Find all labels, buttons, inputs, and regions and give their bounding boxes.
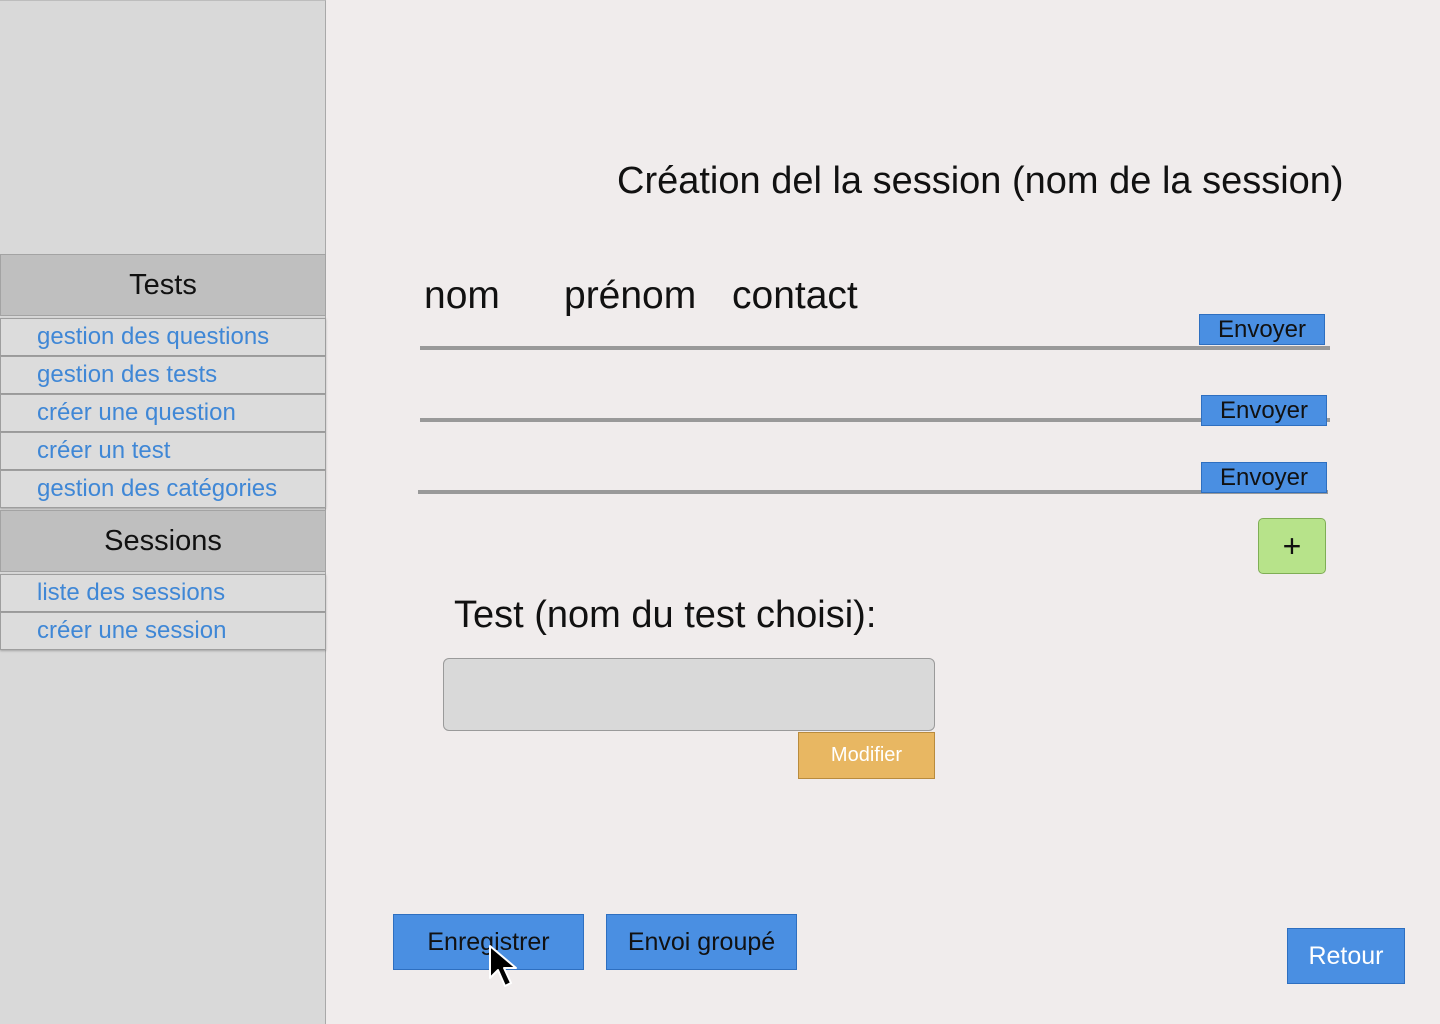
column-header-contact: contact: [732, 274, 858, 317]
send-button-row-2[interactable]: Envoyer: [1201, 395, 1327, 426]
participant-row-2[interactable]: [420, 418, 1330, 422]
sidebar-item-creer-une-session[interactable]: créer une session: [0, 612, 326, 650]
sidebar-item-liste-des-sessions[interactable]: liste des sessions: [0, 574, 326, 612]
sidebar-item-gestion-des-questions[interactable]: gestion des questions: [0, 318, 326, 356]
sidebar-item-gestion-des-categories[interactable]: gestion des catégories: [0, 470, 326, 508]
modify-button[interactable]: Modifier: [798, 732, 935, 779]
test-name-field[interactable]: [443, 658, 935, 731]
back-button[interactable]: Retour: [1287, 928, 1405, 984]
group-send-button[interactable]: Envoi groupé: [606, 914, 797, 970]
participant-row-1[interactable]: [420, 346, 1330, 350]
column-header-prenom: prénom: [564, 274, 697, 317]
mouse-pointer-icon: [489, 945, 517, 987]
column-header-nom: nom: [424, 274, 500, 317]
test-label: Test (nom du test choisi):: [454, 594, 877, 636]
participant-row-3[interactable]: [418, 490, 1328, 494]
sidebar-item-creer-un-test[interactable]: créer un test: [0, 432, 326, 470]
sidebar-item-gestion-des-tests[interactable]: gestion des tests: [0, 356, 326, 394]
sidebar-section-sessions: Sessions: [0, 510, 326, 572]
page-title: Création del la session (nom de la sessi…: [617, 160, 1344, 202]
send-button-row-3[interactable]: Envoyer: [1201, 462, 1327, 493]
send-button-row-1[interactable]: Envoyer: [1199, 314, 1325, 345]
sidebar: Tests gestion des questions gestion des …: [0, 0, 326, 1024]
add-participant-button[interactable]: +: [1258, 518, 1326, 574]
sidebar-item-creer-une-question[interactable]: créer une question: [0, 394, 326, 432]
sidebar-section-tests: Tests: [0, 254, 326, 316]
